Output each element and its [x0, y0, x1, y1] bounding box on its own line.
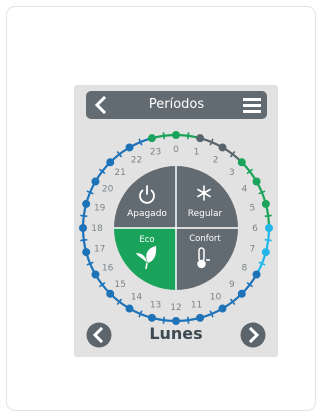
hour-slot-18[interactable]	[79, 224, 87, 232]
mode-off-label: Apagado	[127, 209, 167, 219]
widget-card: Períodos 0 1 2 3 4 5 6 7 8 9 10 11 12 13 14 15 16 17 18 19 2…	[6, 6, 316, 411]
hour-slot-22[interactable]	[125, 143, 134, 152]
half-hour-tick	[186, 132, 190, 140]
hour-slot-1[interactable]	[196, 134, 205, 143]
day-label: Lunes	[149, 324, 203, 343]
hour-number: 23	[150, 148, 161, 158]
hour-slot-17[interactable]	[82, 248, 91, 257]
hour-slot-11[interactable]	[196, 313, 205, 322]
hour-number: 15	[114, 280, 125, 290]
hour-slot-0[interactable]	[172, 131, 180, 139]
half-hour-tick	[264, 238, 272, 242]
half-hour-tick	[162, 132, 166, 140]
hour-slot-5[interactable]	[261, 199, 270, 208]
half-hour-tick	[80, 214, 88, 218]
hour-slot-13[interactable]	[147, 313, 156, 322]
hour-slot-21[interactable]	[106, 158, 115, 167]
hour-slot-2[interactable]	[218, 143, 227, 152]
hour-slot-7[interactable]	[261, 248, 270, 257]
hour-number: 4	[242, 185, 248, 195]
hour-slot-16[interactable]	[91, 270, 100, 279]
hour-number: 8	[242, 264, 248, 274]
hour-slot-19[interactable]	[82, 199, 91, 208]
hour-slot-3[interactable]	[237, 158, 246, 167]
hour-slot-10[interactable]	[218, 304, 227, 313]
hour-number: 11	[191, 300, 202, 310]
hour-slot-9[interactable]	[237, 289, 246, 298]
hour-number: 19	[94, 204, 106, 214]
hour-number: 12	[170, 303, 181, 313]
mode-comfort-label: Confort	[189, 234, 221, 244]
hour-number: 20	[102, 185, 114, 195]
hour-slot-20[interactable]	[91, 177, 100, 186]
hour-number: 17	[94, 244, 105, 254]
hour-number: 9	[229, 280, 235, 290]
mode-eco-label: Eco	[139, 235, 154, 245]
hour-slot-15[interactable]	[106, 289, 115, 298]
half-hour-tick	[80, 238, 88, 242]
hour-number: 13	[150, 300, 161, 310]
hour-slot-8[interactable]	[252, 270, 261, 279]
hour-slot-23[interactable]	[147, 134, 156, 143]
hour-number: 5	[249, 204, 255, 214]
hour-number: 1	[194, 148, 200, 158]
hour-number: 0	[173, 145, 179, 155]
half-hour-tick	[186, 316, 190, 324]
hour-number: 3	[229, 168, 235, 178]
hour-number: 7	[249, 244, 255, 254]
half-hour-tick	[264, 214, 272, 218]
hour-slot-6[interactable]	[265, 224, 273, 232]
hour-number: 22	[131, 156, 142, 166]
hour-number: 14	[131, 292, 143, 302]
mode-regular-label: Regular	[188, 209, 223, 219]
hour-number: 2	[213, 156, 219, 166]
schedule-dial: 0 1234567891011121314151617181920212223 A…	[79, 131, 273, 325]
hour-number: 6	[252, 224, 258, 234]
hour-number: 16	[102, 264, 114, 274]
thermostat-panel: Períodos 0 1 2 3 4 5 6 7 8 9 10 11 12 13 14 15 16 17 18 19 2…	[74, 85, 278, 357]
hour-slot-4[interactable]	[252, 177, 261, 186]
hour-number: 10	[210, 292, 222, 302]
prev-day-button[interactable]	[86, 322, 112, 348]
hour-slot-14[interactable]	[125, 304, 134, 313]
hour-number: 21	[114, 168, 125, 178]
half-hour-tick	[162, 316, 166, 324]
hour-number: 18	[91, 224, 103, 234]
next-day-button[interactable]	[240, 322, 266, 348]
